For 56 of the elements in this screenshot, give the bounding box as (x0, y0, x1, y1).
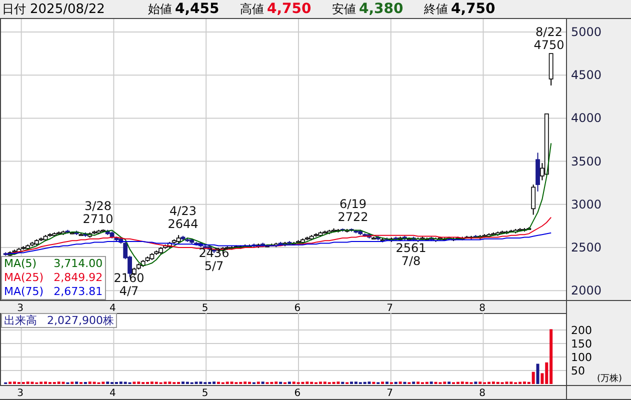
price-axis-label: 2500 (571, 240, 602, 254)
month-label: 5 (202, 303, 208, 313)
price-annotation: 2160 (114, 271, 144, 285)
month-label: 6 (294, 303, 301, 313)
month-label: 6 (294, 388, 301, 398)
price-axis-label: 4000 (571, 111, 602, 126)
legend-name: MA(75) (4, 285, 44, 299)
price-annotation: 5/7 (204, 259, 224, 273)
volume-axis-label: 50 (571, 364, 585, 378)
price-annotation: 2436 (198, 246, 230, 260)
quote-value: 4,750 (451, 0, 496, 16)
price-annotation: 2722 (338, 210, 368, 224)
price-annotation: 4/23 (170, 204, 196, 218)
price-annotation: 4/7 (119, 284, 139, 298)
month-label: 8 (479, 303, 486, 313)
month-label: 4 (110, 303, 116, 313)
legend-value: 3,714.00 (54, 257, 103, 271)
price-axis-label: 5000 (571, 25, 602, 40)
price-axis-label: 4500 (571, 68, 602, 82)
quote-label: 終値 (424, 0, 448, 18)
legend-name: MA(25) (4, 271, 44, 285)
quote-value: 4,750 (267, 0, 312, 16)
date-value: 2025/08/22 (30, 2, 105, 16)
quote-label: 始値 (148, 0, 172, 18)
volume-axis-label: 100 (571, 351, 592, 364)
month-label: 8 (479, 388, 486, 398)
price-annotation: 6/19 (340, 197, 366, 211)
quote-value: 4,455 (175, 0, 220, 16)
quote-label: 安値 (332, 0, 356, 18)
month-label: 3 (17, 388, 24, 398)
price-annotation: 8/22 (536, 25, 562, 39)
volume-axis-label: 200 (571, 324, 592, 337)
volume-value: 2,027,900株 (47, 314, 114, 327)
month-label: 7 (386, 388, 394, 398)
month-label: 7 (386, 303, 394, 313)
price-axis-label: 2000 (571, 284, 602, 298)
quote-label: 高値 (240, 0, 264, 18)
volume-axis-label: 150 (571, 338, 592, 350)
price-annotation: 2710 (82, 212, 114, 226)
price-axis-label: 3500 (571, 154, 602, 168)
legend-value: 2,673.81 (54, 285, 103, 299)
month-label: 5 (202, 388, 208, 398)
price-annotation: 4750 (534, 38, 564, 52)
volume-label: 出来高 (4, 314, 37, 327)
legend-value: 2,849.92 (54, 271, 103, 285)
month-label: 4 (110, 388, 116, 398)
month-label: 3 (17, 303, 24, 313)
legend-name: MA(5) (4, 257, 38, 271)
quote-value: 4,380 (359, 0, 404, 16)
volume-unit: (万株) (597, 374, 622, 384)
price-annotation: 3/28 (84, 199, 112, 213)
price-axis-label: 3000 (571, 197, 602, 212)
date-label: 日付 (2, 0, 26, 18)
price-annotation: 2561 (396, 241, 426, 255)
price-annotation: 2644 (168, 217, 198, 231)
price-annotation: 7/8 (401, 254, 421, 268)
